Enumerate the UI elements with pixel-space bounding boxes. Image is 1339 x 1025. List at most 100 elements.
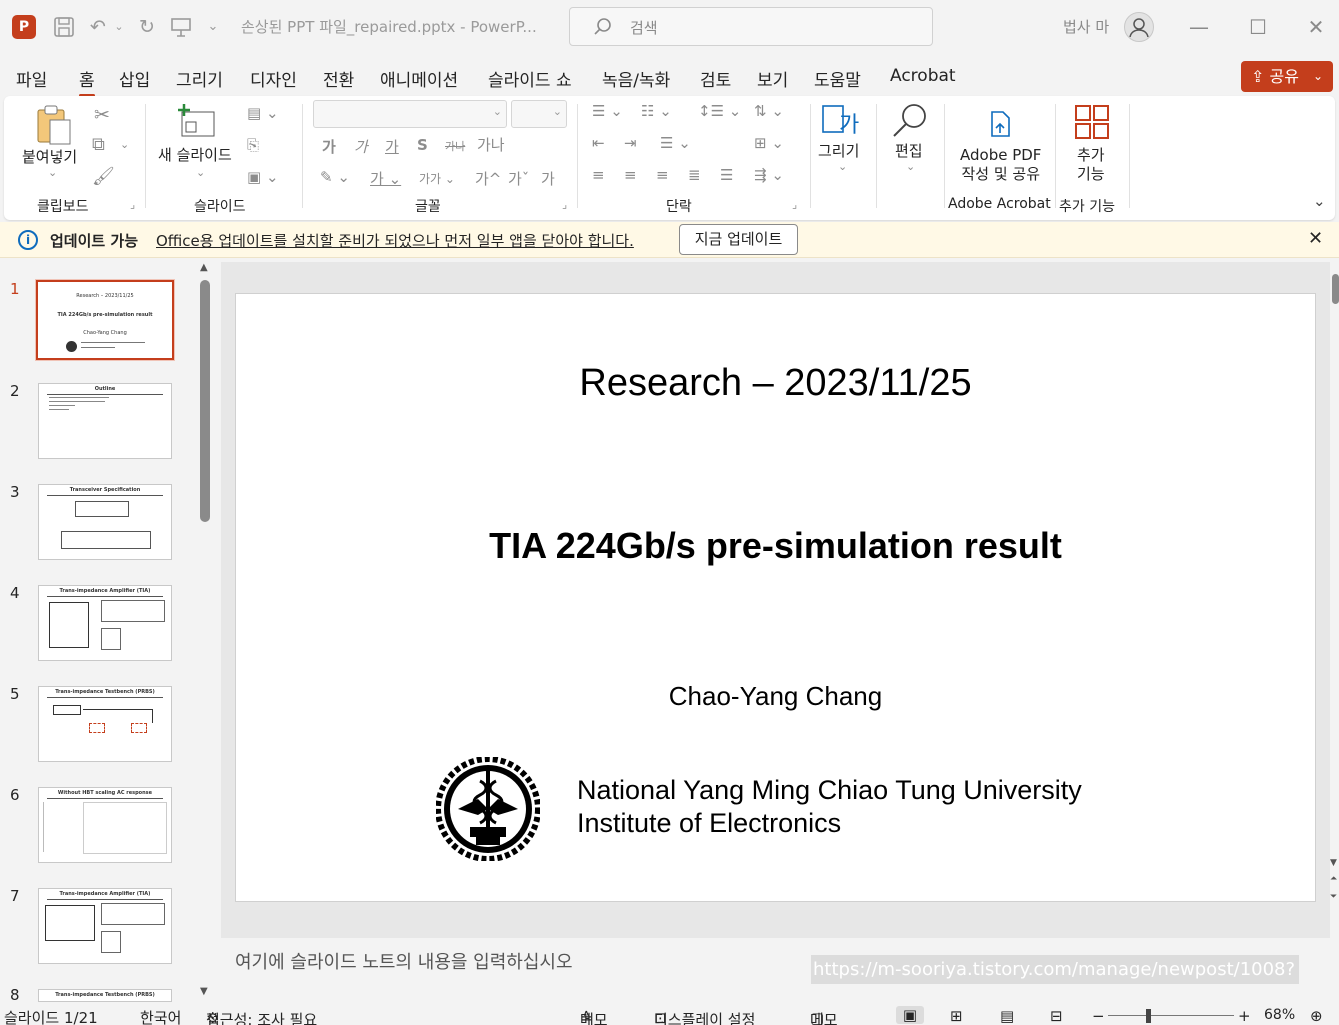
tab-record[interactable]: 녹음/녹화	[602, 66, 670, 91]
minimize-icon[interactable]: —	[1186, 14, 1212, 40]
tab-design[interactable]: 디자인	[250, 66, 297, 91]
scrollbar-thumb[interactable]	[200, 280, 210, 522]
shrink-font-button[interactable]: 가ˇ	[508, 168, 529, 189]
next-slide-icon[interactable]: ⏷	[1330, 892, 1337, 902]
search-input[interactable]: 검색	[569, 7, 933, 46]
zoom-level[interactable]: 68%	[1264, 1007, 1295, 1023]
drawing-dropdown-icon[interactable]: ⌄	[838, 160, 847, 173]
font-size-combo[interactable]: ⌄	[511, 100, 567, 128]
editing-button[interactable]: 편집	[895, 142, 923, 161]
close-icon[interactable]: ✕	[1303, 14, 1329, 40]
shadow-button[interactable]: S	[417, 136, 428, 154]
share-button[interactable]: ⇪ 공유 ⌄	[1241, 61, 1333, 92]
paste-icon[interactable]	[34, 104, 74, 146]
notification-message-link[interactable]: Office용 업데이트를 설치할 준비가 되었으나 먼저 일부 앱을 닫아야 …	[156, 230, 634, 251]
slide-thumbnail-8[interactable]: Trans-impedance Testbench (PRBS)	[38, 989, 172, 1002]
scroll-down-icon[interactable]: ▼	[1330, 858, 1337, 868]
bullets-icon[interactable]: ☰ ⌄	[592, 102, 623, 120]
scroll-up-icon[interactable]: ▲	[200, 262, 208, 273]
collapse-ribbon-icon[interactable]: ⌄	[1313, 192, 1326, 210]
slide-affiliation[interactable]: National Yang Ming Chiao Tung University…	[577, 774, 1082, 840]
underline-button[interactable]: 가	[385, 136, 399, 157]
slide-author[interactable]: Chao-Yang Chang	[236, 681, 1315, 712]
new-slide-icon[interactable]	[176, 104, 218, 140]
slide-thumbnail-1[interactable]: Research – 2023/11/25 TIA 224Gb/s pre-si…	[36, 280, 174, 360]
cut-icon[interactable]: ✂	[94, 104, 110, 126]
tab-file[interactable]: 파일	[16, 66, 47, 91]
university-seal-icon[interactable]	[436, 757, 540, 861]
slide-subtitle[interactable]: TIA 224Gb/s pre-simulation result	[236, 525, 1315, 567]
tab-help[interactable]: 도움말	[814, 66, 861, 91]
paste-dropdown-icon[interactable]: ⌄	[48, 166, 57, 179]
dialog-launcher-icon[interactable]: ⌟	[562, 198, 567, 211]
save-icon[interactable]	[51, 14, 77, 40]
addins-button[interactable]: 추가 기능	[1077, 146, 1105, 184]
dialog-launcher-icon[interactable]: ⌟	[130, 198, 135, 211]
dialog-launcher-icon[interactable]: ⌟	[792, 198, 797, 211]
undo-icon[interactable]: ↶	[85, 14, 111, 40]
slide-thumbnail-6[interactable]: Without HBT scaling AC response	[38, 787, 172, 863]
scrollbar-thumb[interactable]	[1332, 274, 1339, 304]
copy-icon[interactable]: ⧉	[92, 134, 105, 155]
new-slide-dropdown-icon[interactable]: ⌄	[196, 166, 205, 179]
undo-dropdown-icon[interactable]: ⌄	[112, 14, 126, 40]
adobe-pdf-button[interactable]: Adobe PDF 작성 및 공유	[960, 146, 1041, 184]
customize-quick-access-icon[interactable]: ⌄	[205, 14, 221, 40]
tab-review[interactable]: 검토	[700, 66, 731, 91]
slide-thumbnail-4[interactable]: Trans-impedance Amplifier (TIA)	[38, 585, 172, 661]
zoom-slider-track[interactable]	[1108, 1015, 1234, 1016]
new-slide-button[interactable]: 새 슬라이드	[158, 146, 232, 165]
scroll-down-icon[interactable]: ▼	[200, 986, 208, 997]
redo-icon[interactable]: ↻	[134, 14, 160, 40]
tab-home[interactable]: 홈	[79, 66, 95, 97]
slide-thumbnail-5[interactable]: Trans-impedance Testbench (PRBS)	[38, 686, 172, 762]
previous-slide-icon[interactable]: ⏶	[1330, 874, 1337, 884]
align-left-icon[interactable]: ≡	[592, 166, 605, 184]
tab-slideshow[interactable]: 슬라이드 쇼	[488, 66, 572, 91]
normal-view-icon[interactable]: ▣	[896, 1006, 924, 1024]
slide-scrollbar[interactable]: ▼ ⏶ ⏷	[1330, 262, 1339, 938]
tab-transitions[interactable]: 전환	[323, 66, 354, 91]
tab-insert[interactable]: 삽입	[119, 66, 150, 91]
maximize-icon[interactable]: ☐	[1245, 14, 1271, 40]
clear-format-button[interactable]: 가	[541, 168, 555, 189]
font-color-icon[interactable]: 가 ⌄	[370, 168, 401, 189]
reset-icon[interactable]: ⎘	[247, 136, 259, 154]
tab-animations[interactable]: 애니메이션	[380, 66, 458, 91]
drawing-icon[interactable]: 가	[821, 102, 861, 138]
editing-dropdown-icon[interactable]: ⌄	[906, 160, 915, 173]
line-spacing-icon[interactable]: ↕☰ ⌄	[698, 102, 741, 120]
fit-slide-icon[interactable]: ⊕	[1310, 1007, 1323, 1025]
find-icon[interactable]	[890, 102, 930, 142]
numbering-icon[interactable]: ☷ ⌄	[641, 102, 672, 120]
italic-button[interactable]: 가	[354, 136, 368, 157]
tab-draw[interactable]: 그리기	[176, 66, 223, 91]
change-case-button[interactable]: 가가 ⌄	[419, 170, 455, 187]
avatar[interactable]	[1124, 12, 1154, 42]
addins-icon[interactable]	[1074, 104, 1110, 140]
align-text-icon[interactable]: ⊞ ⌄	[754, 134, 784, 152]
zoom-slider-thumb[interactable]	[1146, 1009, 1151, 1023]
layout-icon[interactable]: ▤ ⌄	[247, 104, 279, 122]
justify-icon[interactable]: ≣	[688, 166, 701, 184]
user-name[interactable]: 법사 마	[1063, 16, 1109, 37]
thumbnails-scrollbar[interactable]: ▲ ▼	[199, 262, 213, 1002]
align-right-icon[interactable]: ≡	[656, 166, 669, 184]
adobe-pdf-icon[interactable]	[986, 110, 1014, 138]
present-icon[interactable]	[168, 14, 194, 40]
zoom-out-button[interactable]: −	[1092, 1007, 1105, 1025]
slide-thumbnail-3[interactable]: Transceiver Specification	[38, 484, 172, 560]
slideshow-icon[interactable]: ⊟	[1050, 1007, 1063, 1025]
smartart-icon[interactable]: ⇶ ⌄	[754, 166, 784, 184]
char-spacing-button[interactable]: 가나	[477, 134, 505, 155]
zoom-in-button[interactable]: +	[1238, 1007, 1251, 1025]
grow-font-button[interactable]: 가^	[475, 168, 501, 189]
bold-button[interactable]: 가	[322, 136, 336, 157]
slide-thumbnail-7[interactable]: Trans-impedance Amplifier (TIA)	[38, 888, 172, 964]
slide-sorter-icon[interactable]: ⊞	[950, 1007, 963, 1025]
align-center-icon[interactable]: ≡	[624, 166, 637, 184]
drawing-button[interactable]: 그리기	[818, 142, 859, 161]
tab-view[interactable]: 보기	[757, 66, 788, 91]
strikethrough-button[interactable]: 가나	[445, 138, 465, 154]
format-painter-icon[interactable]: 🖌	[92, 166, 115, 187]
